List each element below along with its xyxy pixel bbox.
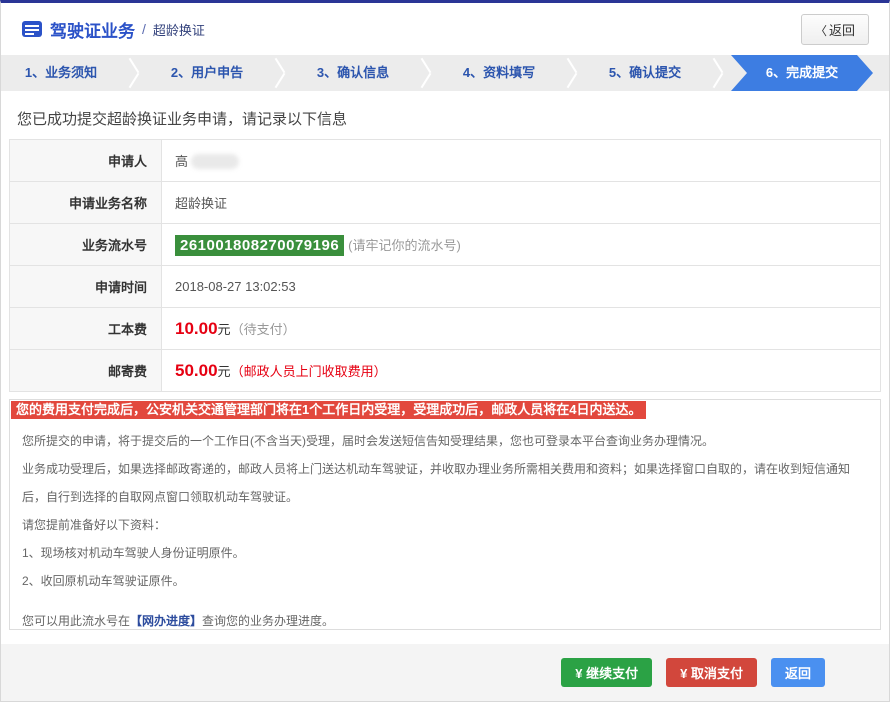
field-value: 超龄换证 <box>162 182 881 224</box>
notice-paragraphs: 您所提交的申请，将于提交后的一个工作日(不含当天)受理，届时会发送短信告知受理结… <box>10 427 880 595</box>
field-label: 申请人 <box>10 140 162 182</box>
progress-prefix: 您可以用此流水号在 <box>22 614 130 628</box>
back-button[interactable]: 〈返回 <box>801 14 869 45</box>
action-bar: ¥ 继续支付 ¥ 取消支付返回 <box>1 644 889 701</box>
field-value: 50.00元（邮政人员上门收取费用） <box>162 350 881 392</box>
step-separator-icon <box>705 55 731 91</box>
license-list-icon <box>21 20 43 38</box>
breadcrumb-current: 超龄换证 <box>153 20 205 39</box>
row-apply-time: 申请时间 2018-08-27 13:02:53 <box>10 266 881 308</box>
fee-amount: 10.00 <box>175 319 218 338</box>
serial-number-badge: 261001808270079196 <box>175 235 344 256</box>
step-separator-icon <box>413 55 439 91</box>
fee-unit: 元 <box>218 322 231 337</box>
serial-note: (请牢记你的流水号) <box>348 238 461 253</box>
header: 驾驶证业务 / 超龄换证 〈返回 <box>1 3 889 55</box>
step-1[interactable]: 1、业务须知 <box>1 55 121 91</box>
success-message: 您已成功提交超龄换证业务申请，请记录以下信息 <box>9 91 881 139</box>
step-separator-icon <box>559 55 585 91</box>
breadcrumb-separator: / <box>142 21 146 37</box>
continue-pay-button[interactable]: ¥ 继续支付 <box>561 658 652 687</box>
row-serial-number: 业务流水号 261001808270079196 (请牢记你的流水号) <box>10 224 881 266</box>
row-applicant: 申请人高 <box>10 140 881 182</box>
field-label: 申请业务名称 <box>10 182 162 224</box>
step-bar-filler <box>873 55 889 91</box>
fee-note: （邮政人员上门收取费用） <box>231 364 387 379</box>
step-2[interactable]: 2、用户申告 <box>147 55 267 91</box>
row-production-fee: 工本费10.00元（待支付） <box>10 308 881 350</box>
fee-amount: 50.00 <box>175 361 218 380</box>
step-5[interactable]: 5、确认提交 <box>585 55 705 91</box>
main-content: 您已成功提交超龄换证业务申请，请记录以下信息 申请人高申请业务名称超龄换证业务流… <box>1 91 889 630</box>
field-value: 高 <box>162 140 881 182</box>
cancel-pay-button[interactable]: ¥ 取消支付 <box>666 658 757 687</box>
field-text: 高 <box>175 154 188 169</box>
page-title[interactable]: 驾驶证业务 <box>50 17 135 42</box>
breadcrumb: 驾驶证业务 / 超龄换证 <box>21 17 205 42</box>
step-separator-icon <box>121 55 147 91</box>
back-button-label: 返回 <box>829 23 855 38</box>
payment-notice-banner: 您的费用支付完成后，公安机关交通管理部门将在1个工作日内受理，受理成功后，邮政人… <box>11 401 646 419</box>
fee-unit: 元 <box>218 364 231 379</box>
field-label: 申请时间 <box>10 266 162 308</box>
field-label: 业务流水号 <box>10 224 162 266</box>
step-separator-icon <box>267 55 293 91</box>
progress-suffix: 查询您的业务办理进度。 <box>202 614 334 628</box>
field-text: 超龄换证 <box>175 196 227 211</box>
field-value: 2018-08-27 13:02:53 <box>162 266 881 308</box>
progress-hint: 您可以用此流水号在【网办进度】查询您的业务办理进度。 <box>22 607 868 630</box>
notice-paragraph: 1、现场核对机动车驾驶人身份证明原件。 <box>22 539 868 567</box>
step-6[interactable]: 6、完成提交 <box>731 55 873 91</box>
field-value: 261001808270079196 (请牢记你的流水号) <box>162 224 881 266</box>
row-business-name: 申请业务名称超龄换证 <box>10 182 881 224</box>
fee-note: （待支付） <box>231 322 296 337</box>
notice-box: 您的费用支付完成后，公安机关交通管理部门将在1个工作日内受理，受理成功后，邮政人… <box>9 399 881 630</box>
field-value: 10.00元（待支付） <box>162 308 881 350</box>
redacted-name <box>191 154 239 169</box>
row-postage-fee: 邮寄费50.00元（邮政人员上门收取费用） <box>10 350 881 392</box>
result-table: 申请人高申请业务名称超龄换证业务流水号261001808270079196(请牢… <box>9 139 881 392</box>
page: 驾驶证业务 / 超龄换证 〈返回 1、业务须知2、用户申告3、确认信息4、资料填… <box>0 0 890 702</box>
return-button[interactable]: 返回 <box>771 658 825 687</box>
notice-paragraph: 您所提交的申请，将于提交后的一个工作日(不含当天)受理，届时会发送短信告知受理结… <box>22 427 868 455</box>
step-nav: 1、业务须知 2、用户申告 3、确认信息 4、资料填写 5、确认提交 6、完成提交 <box>1 55 889 91</box>
notice-paragraph: 业务成功受理后，如果选择邮政寄递的，邮政人员将上门送达机动车驾驶证，并收取办理业… <box>22 455 868 511</box>
back-arrow-icon: 〈 <box>815 24 827 38</box>
notice-paragraph: 请您提前准备好以下资料： <box>22 511 868 539</box>
step-3[interactable]: 3、确认信息 <box>293 55 413 91</box>
field-label: 邮寄费 <box>10 350 162 392</box>
notice-paragraph: 2、收回原机动车驾驶证原件。 <box>22 567 868 595</box>
step-4[interactable]: 4、资料填写 <box>439 55 559 91</box>
field-label: 工本费 <box>10 308 162 350</box>
progress-link[interactable]: 【网办进度】 <box>130 614 202 628</box>
field-text: 2018-08-27 13:02:53 <box>175 279 296 294</box>
